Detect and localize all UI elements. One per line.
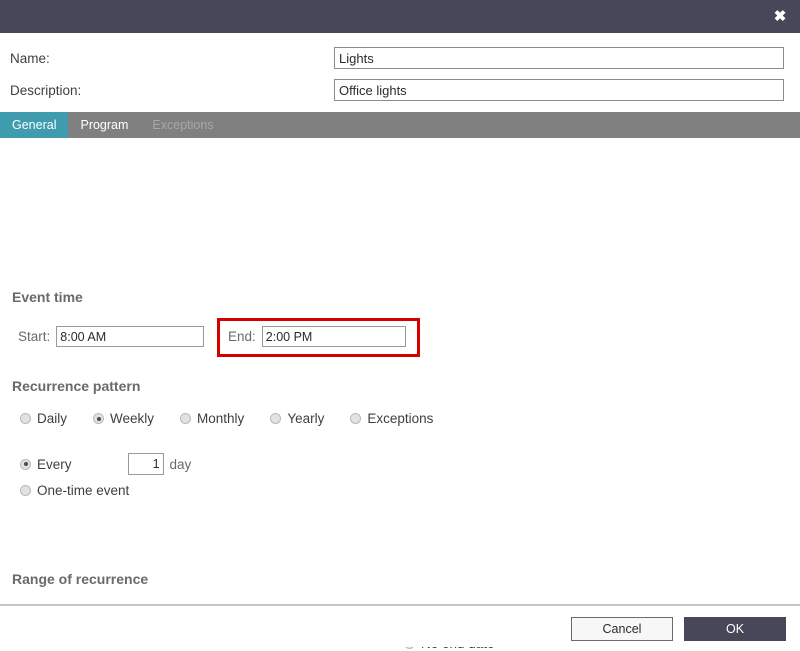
radio-every-indicator — [20, 458, 31, 470]
radio-daily-indicator — [20, 413, 31, 424]
tab-program[interactable]: Program — [68, 112, 140, 138]
name-row: Name: — [0, 42, 800, 74]
radio-monthly-indicator — [180, 413, 192, 424]
range-of-recurrence-heading: Range of recurrence — [12, 571, 149, 587]
top-fields: Name: Description: — [0, 33, 800, 112]
radio-weekly[interactable]: Weekly — [93, 411, 154, 426]
event-time-row: Start: End: — [0, 318, 800, 357]
tab-bar: General Program Exceptions — [0, 112, 800, 138]
end-time-group: End: — [228, 326, 406, 347]
radio-every-label: Every — [37, 456, 72, 472]
radio-every[interactable]: Every — [20, 457, 72, 472]
radio-weekly-label: Weekly — [110, 411, 155, 426]
event-time-heading: Event time — [12, 289, 83, 305]
end-time-input[interactable] — [261, 326, 406, 347]
start-time-label: Start: — [18, 329, 51, 344]
radio-one-time-event-label: One-time event — [37, 483, 130, 498]
radio-daily[interactable]: Daily — [20, 411, 67, 426]
tab-exceptions: Exceptions — [152, 118, 214, 132]
every-interval-unit: day — [169, 456, 192, 472]
radio-daily-label: Daily — [37, 411, 68, 426]
every-interval-input[interactable] — [127, 453, 164, 475]
ok-button[interactable]: OK — [684, 617, 786, 641]
radio-monthly[interactable]: Monthly — [180, 411, 244, 426]
radio-one-time-event[interactable]: One-time event — [20, 483, 129, 498]
name-input[interactable] — [334, 47, 784, 69]
radio-yearly-label: Yearly — [287, 411, 325, 426]
description-row: Description: — [0, 74, 800, 106]
radio-exceptions-indicator — [350, 413, 362, 424]
recurrence-pattern-heading: Recurrence pattern — [12, 378, 141, 394]
description-input[interactable] — [334, 79, 784, 101]
radio-exceptions-label: Exceptions — [367, 411, 434, 426]
start-time-group: Start: — [18, 326, 205, 347]
recurrence-pattern-options: Daily Weekly Monthly Yearly Exceptions — [20, 411, 433, 426]
radio-monthly-label: Monthly — [197, 411, 245, 426]
close-icon[interactable]: ✖ — [770, 7, 790, 27]
one-time-event-row: One-time event — [20, 483, 129, 498]
description-label: Description: — [10, 82, 82, 98]
dialog-titlebar: ✖ — [0, 0, 800, 33]
general-tab-panel: Event time Start: End: Recurrence patter… — [0, 138, 800, 651]
radio-yearly-indicator — [270, 413, 282, 424]
radio-yearly[interactable]: Yearly — [270, 411, 324, 426]
tab-general[interactable]: General — [0, 112, 69, 138]
dialog-footer: Cancel OK — [0, 606, 800, 647]
radio-exceptions[interactable]: Exceptions — [350, 411, 433, 426]
cancel-button[interactable]: Cancel — [571, 617, 673, 641]
end-time-label: End: — [228, 329, 256, 344]
every-interval-row: Every day — [20, 453, 191, 475]
radio-one-time-event-indicator — [20, 485, 31, 496]
start-time-input[interactable] — [56, 326, 205, 347]
name-label: Name: — [10, 50, 50, 66]
radio-weekly-indicator — [93, 413, 105, 424]
